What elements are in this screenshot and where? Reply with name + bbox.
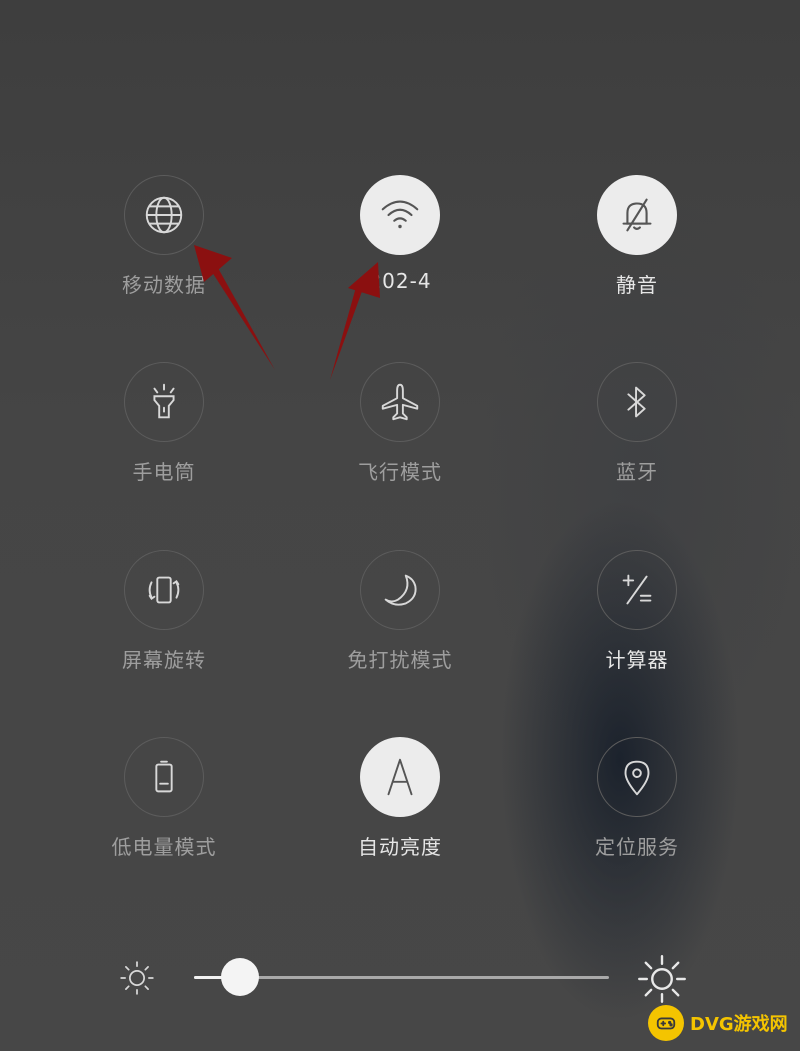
calculator-icon: [622, 574, 652, 605]
tile-label: 低电量模式: [111, 835, 217, 859]
wifi-toggle[interactable]: [360, 175, 440, 255]
bluetooth-icon: [627, 386, 646, 418]
low-power-toggle[interactable]: [124, 737, 204, 817]
tile-label: 计算器: [605, 648, 669, 672]
flashlight-toggle[interactable]: [124, 362, 204, 442]
location-toggle[interactable]: [597, 737, 677, 817]
wifi-icon: [381, 200, 419, 229]
bell-mute-icon: [622, 198, 652, 232]
tile-flashlight[interactable]: 手电筒: [64, 362, 264, 522]
tile-rotate[interactable]: 屏幕旋转: [64, 550, 264, 710]
gamepad-icon: [648, 1005, 684, 1041]
tile-label: 定位服务: [595, 835, 679, 859]
airplane-toggle[interactable]: [360, 362, 440, 442]
tile-label: 202-4: [368, 269, 432, 293]
brightness-slider[interactable]: [110, 945, 700, 1009]
rotate-toggle[interactable]: [124, 550, 204, 630]
battery-icon: [155, 760, 173, 793]
tile-label: 飞行模式: [358, 460, 442, 484]
watermark-text: DVG游戏网: [690, 1014, 788, 1035]
brightness-high-icon: [638, 955, 686, 1003]
brightness-thumb[interactable]: [220, 958, 259, 996]
tile-mobile-data[interactable]: 移动数据: [64, 175, 264, 335]
rotate-icon: [148, 576, 180, 604]
tile-label: 屏幕旋转: [122, 648, 206, 672]
calculator-button[interactable]: [597, 550, 677, 630]
tile-auto-brightness[interactable]: 自动亮度: [300, 737, 500, 897]
tile-label: 静音: [616, 273, 658, 297]
tile-dnd[interactable]: 免打扰模式: [300, 550, 500, 710]
moon-icon: [384, 574, 417, 606]
tile-location[interactable]: 定位服务: [537, 737, 737, 897]
dnd-toggle[interactable]: [360, 550, 440, 630]
mute-toggle[interactable]: [597, 175, 677, 255]
tile-wifi[interactable]: 202-4: [300, 175, 500, 335]
globe-icon: [145, 196, 183, 234]
airplane-icon: [381, 383, 419, 421]
tile-low-power[interactable]: 低电量模式: [64, 737, 264, 897]
auto-brightness-icon: [387, 758, 413, 796]
tile-airplane[interactable]: 飞行模式: [300, 362, 500, 522]
tile-mute[interactable]: 静音: [537, 175, 737, 335]
watermark-logo: DVG游戏网: [648, 1003, 798, 1043]
bluetooth-toggle[interactable]: [597, 362, 677, 442]
tile-calculator[interactable]: 计算器: [537, 550, 737, 710]
brightness-low-icon: [120, 961, 154, 995]
tile-label: 手电筒: [132, 460, 196, 484]
tile-label: 免打扰模式: [347, 648, 453, 672]
tile-label: 自动亮度: [358, 835, 442, 859]
location-icon: [624, 760, 650, 796]
auto-brightness-toggle[interactable]: [360, 737, 440, 817]
tile-label: 移动数据: [122, 273, 206, 297]
flashlight-icon: [153, 383, 175, 419]
tile-bluetooth[interactable]: 蓝牙: [537, 362, 737, 522]
mobile-data-toggle[interactable]: [124, 175, 204, 255]
tile-label: 蓝牙: [616, 460, 658, 484]
